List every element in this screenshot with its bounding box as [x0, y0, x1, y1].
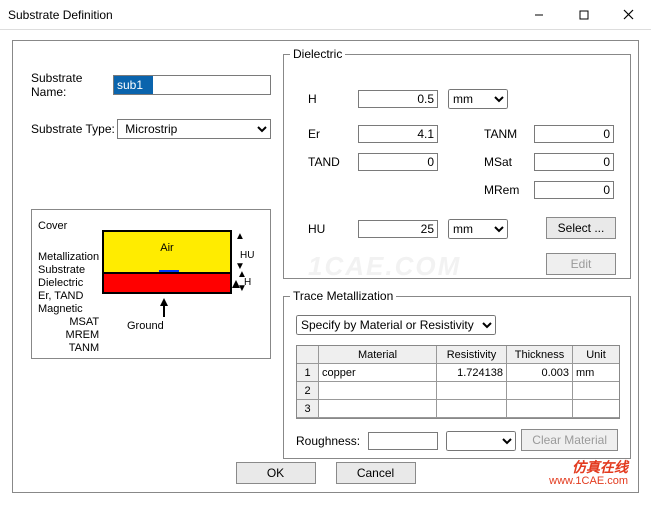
- edit-button: Edit: [546, 253, 616, 275]
- col-resistivity: Resistivity: [437, 346, 507, 364]
- h-unit-select[interactable]: mm: [448, 89, 508, 109]
- dielectric-group: Dielectric H mm Er TANM TAND M: [283, 47, 631, 279]
- cancel-button[interactable]: Cancel: [336, 462, 416, 484]
- trace-mode-select[interactable]: Specify by Material or Resistivity: [296, 315, 496, 335]
- diagram-air-label: Air: [104, 242, 230, 254]
- mrem-label: MRem: [484, 183, 534, 197]
- trace-metallization-group: Trace Metallization Specify by Material …: [283, 289, 631, 459]
- diagram-mrem-label: MREM: [38, 329, 99, 342]
- diagram-dielectric-label: Dielectric: [38, 277, 99, 290]
- clear-material-button: Clear Material: [521, 429, 618, 451]
- diagram-tanm-label: TANM: [38, 342, 99, 355]
- substrate-diagram: Cover Metallization Substrate Dielectric…: [31, 209, 271, 359]
- roughness-label: Roughness:: [296, 434, 360, 448]
- substrate-type-select[interactable]: Microstrip: [117, 119, 271, 139]
- diagram-msat-label: MSAT: [38, 316, 99, 329]
- select-button[interactable]: Select ...: [546, 217, 616, 239]
- diagram-cover-label: Cover: [38, 220, 99, 233]
- close-button[interactable]: [606, 0, 651, 30]
- diagram-metallization-label: Metallization: [38, 251, 99, 264]
- diagram-ground-label: Ground: [127, 320, 164, 332]
- diagram-hu-label: HU: [240, 250, 254, 261]
- maximize-button[interactable]: [561, 0, 606, 30]
- diagram-magnetic-label: Magnetic: [38, 303, 99, 316]
- col-material: Material: [319, 346, 437, 364]
- trace-table[interactable]: Material Resistivity Thickness Unit 1 co…: [296, 345, 620, 419]
- tand-input[interactable]: [358, 153, 438, 171]
- tand-label: TAND: [308, 155, 358, 169]
- h-input[interactable]: [358, 90, 438, 108]
- table-row[interactable]: 3: [297, 400, 619, 418]
- watermark: 仿真在线 www.1CAE.com: [549, 460, 628, 488]
- roughness-unit-select[interactable]: [446, 431, 516, 451]
- diagram-substrate-label: Substrate: [38, 264, 99, 277]
- msat-input[interactable]: [534, 153, 614, 171]
- titlebar: Substrate Definition: [0, 0, 651, 30]
- trace-legend: Trace Metallization: [290, 289, 396, 303]
- tanm-input[interactable]: [534, 125, 614, 143]
- h-label: H: [308, 92, 358, 106]
- dielectric-legend: Dielectric: [290, 47, 345, 61]
- substrate-name-label: Substrate Name:: [31, 71, 113, 99]
- msat-label: MSat: [484, 155, 534, 169]
- table-row[interactable]: 1 copper 1.724138 0.003 mm: [297, 364, 619, 382]
- roughness-input[interactable]: [368, 432, 438, 450]
- substrate-name-input[interactable]: sub1: [113, 75, 271, 95]
- er-input[interactable]: [358, 125, 438, 143]
- diagram-ertand-label: Er, TAND: [38, 290, 99, 303]
- substrate-type-label: Substrate Type:: [31, 122, 117, 136]
- window-title: Substrate Definition: [8, 8, 516, 22]
- minimize-button[interactable]: [516, 0, 561, 30]
- col-unit: Unit: [573, 346, 619, 364]
- dialog-panel: 1CAE.COM Substrate Name: sub1 Substrate …: [12, 40, 639, 493]
- table-row[interactable]: 2: [297, 382, 619, 400]
- hu-label: HU: [308, 222, 358, 236]
- substrate-name-value: sub1: [113, 75, 153, 95]
- ok-button[interactable]: OK: [236, 462, 316, 484]
- hu-input[interactable]: [358, 220, 438, 238]
- hu-unit-select[interactable]: mm: [448, 219, 508, 239]
- mrem-input[interactable]: [534, 181, 614, 199]
- col-thickness: Thickness: [507, 346, 573, 364]
- tanm-label: TANM: [484, 127, 534, 141]
- er-label: Er: [308, 127, 358, 141]
